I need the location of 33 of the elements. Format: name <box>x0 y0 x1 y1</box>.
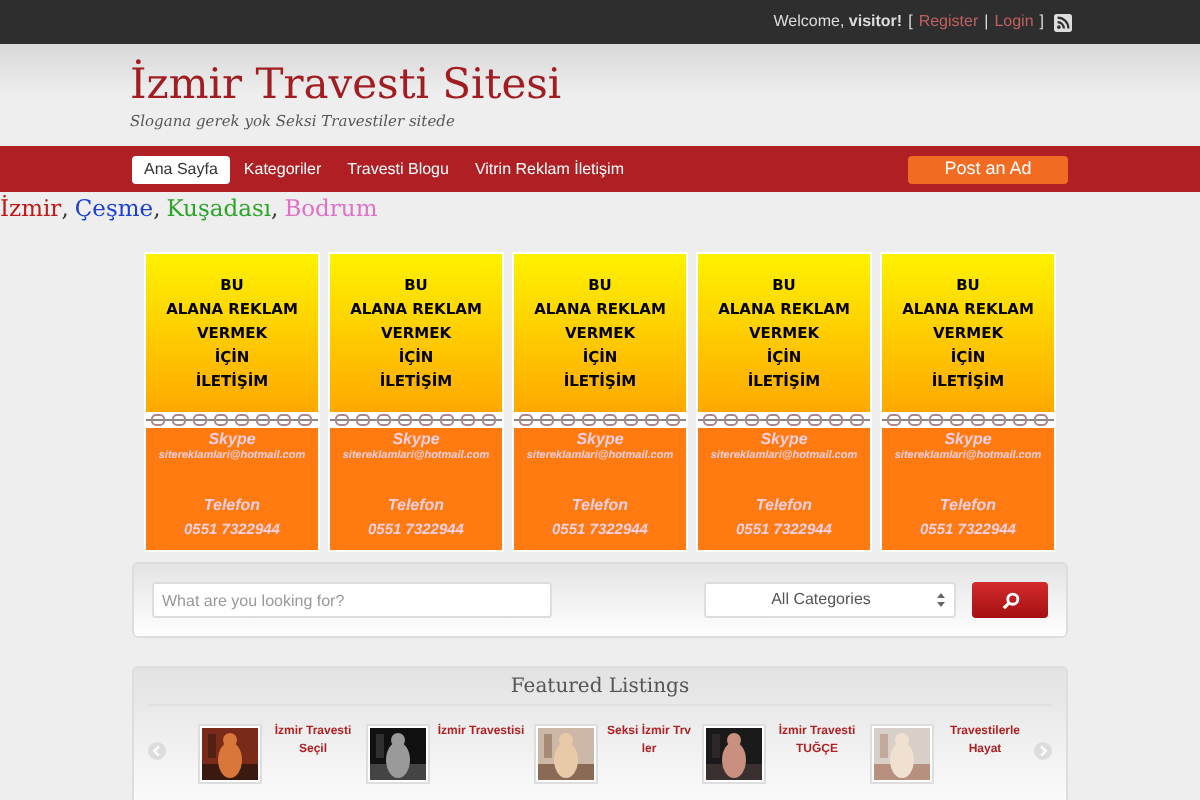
bracket-text: ] <box>1039 10 1044 34</box>
ad-contact-label: Skype <box>208 430 256 448</box>
comma-text: , <box>271 192 279 226</box>
search-field[interactable]: What are you looking for? <box>152 582 552 618</box>
ad-contact-label: Telefon <box>203 496 261 514</box>
welcome-text: Welcome, visitor! <box>773 10 903 34</box>
top-link[interactable]: Register <box>918 10 979 34</box>
ad-contact-label: Skype <box>392 430 440 448</box>
featured-title: Featured Listings <box>148 668 1052 706</box>
top-link[interactable]: Login <box>994 10 1034 34</box>
bracket-text: [ <box>908 10 913 34</box>
comma-text: , <box>61 192 69 226</box>
rss-icon[interactable] <box>1054 13 1072 31</box>
ad-contact-label: Telefon <box>387 496 445 514</box>
ad-contact-label: Skype <box>760 430 808 448</box>
city-link[interactable]: Çeşme <box>74 192 154 227</box>
nav-tab[interactable]: Ana Sayfa <box>132 155 230 183</box>
ad-contact-label: Telefon <box>755 496 813 514</box>
category-select[interactable]: All Categories <box>704 582 956 618</box>
site-title[interactable]: İzmir Travesti Sitesi <box>130 58 562 110</box>
search-button[interactable] <box>972 582 1048 618</box>
search-icon <box>1001 591 1019 609</box>
city-link[interactable]: İzmir <box>0 192 62 227</box>
ad-contact-label: Skype <box>944 430 992 448</box>
ad-contact-label: Skype <box>576 430 624 448</box>
comma-text: , <box>153 192 161 226</box>
nav-tab[interactable]: Kategoriler <box>231 155 334 183</box>
ad-contact-label: Telefon <box>939 496 997 514</box>
nav-tab[interactable]: Vitrin Reklam İletişim <box>462 155 636 183</box>
nav-tab[interactable]: Travesti Blogu <box>335 155 461 183</box>
ad-contact-label: Telefon <box>571 496 629 514</box>
separator-text: | <box>984 10 989 34</box>
stepper-icon <box>936 592 946 608</box>
